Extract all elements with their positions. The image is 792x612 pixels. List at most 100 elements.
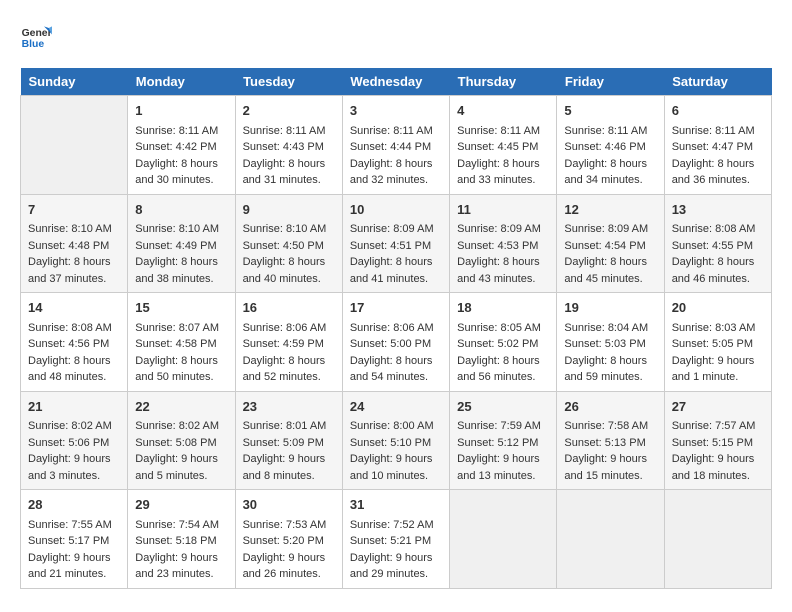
day-info-line: Sunset: 5:05 PM (672, 336, 764, 353)
day-info-line: Sunset: 4:53 PM (457, 238, 549, 255)
logo-icon: General Blue (20, 20, 52, 52)
calendar-cell: 15Sunrise: 8:07 AMSunset: 4:58 PMDayligh… (128, 293, 235, 392)
day-info-line: Sunrise: 8:05 AM (457, 320, 549, 337)
day-number: 4 (457, 101, 549, 121)
day-info-line: Daylight: 8 hours (350, 156, 442, 173)
day-info-line: Daylight: 8 hours (672, 156, 764, 173)
day-info-line: and 3 minutes. (28, 468, 120, 485)
day-info-line: Daylight: 8 hours (135, 254, 227, 271)
col-header-sunday: Sunday (21, 68, 128, 96)
calendar-cell: 31Sunrise: 7:52 AMSunset: 5:21 PMDayligh… (342, 490, 449, 589)
calendar-cell: 16Sunrise: 8:06 AMSunset: 4:59 PMDayligh… (235, 293, 342, 392)
day-info-line: Sunset: 4:48 PM (28, 238, 120, 255)
day-number: 24 (350, 397, 442, 417)
day-info-line: Daylight: 9 hours (350, 451, 442, 468)
day-info-line: Sunset: 5:18 PM (135, 533, 227, 550)
day-info-line: Daylight: 9 hours (243, 550, 335, 567)
day-info-line: and 21 minutes. (28, 566, 120, 583)
calendar-cell: 12Sunrise: 8:09 AMSunset: 4:54 PMDayligh… (557, 194, 664, 293)
calendar-cell: 26Sunrise: 7:58 AMSunset: 5:13 PMDayligh… (557, 391, 664, 490)
calendar-cell: 29Sunrise: 7:54 AMSunset: 5:18 PMDayligh… (128, 490, 235, 589)
day-info-line: Sunset: 4:51 PM (350, 238, 442, 255)
day-info-line: Sunset: 5:21 PM (350, 533, 442, 550)
day-info-line: Sunset: 4:56 PM (28, 336, 120, 353)
day-info-line: Sunrise: 7:53 AM (243, 517, 335, 534)
calendar-cell: 24Sunrise: 8:00 AMSunset: 5:10 PMDayligh… (342, 391, 449, 490)
day-info-line: Daylight: 9 hours (135, 550, 227, 567)
day-number: 11 (457, 200, 549, 220)
day-info-line: Daylight: 9 hours (135, 451, 227, 468)
col-header-tuesday: Tuesday (235, 68, 342, 96)
day-info-line: and 5 minutes. (135, 468, 227, 485)
day-info-line: Sunrise: 7:54 AM (135, 517, 227, 534)
day-info-line: and 37 minutes. (28, 271, 120, 288)
day-info-line: Daylight: 9 hours (457, 451, 549, 468)
day-number: 3 (350, 101, 442, 121)
day-info-line: Sunset: 5:15 PM (672, 435, 764, 452)
day-info-line: Sunrise: 8:10 AM (243, 221, 335, 238)
day-info-line: Daylight: 9 hours (28, 550, 120, 567)
day-info-line: Sunrise: 8:06 AM (243, 320, 335, 337)
day-info-line: and 32 minutes. (350, 172, 442, 189)
day-info-line: Sunrise: 8:06 AM (350, 320, 442, 337)
day-info-line: Sunset: 5:17 PM (28, 533, 120, 550)
day-info-line: Daylight: 8 hours (243, 254, 335, 271)
day-info-line: Daylight: 9 hours (564, 451, 656, 468)
day-number: 19 (564, 298, 656, 318)
day-info-line: Sunset: 4:44 PM (350, 139, 442, 156)
day-info-line: Daylight: 9 hours (28, 451, 120, 468)
calendar-cell (557, 490, 664, 589)
calendar-cell: 30Sunrise: 7:53 AMSunset: 5:20 PMDayligh… (235, 490, 342, 589)
day-info-line: Sunset: 5:08 PM (135, 435, 227, 452)
day-number: 13 (672, 200, 764, 220)
day-info-line: Daylight: 8 hours (457, 156, 549, 173)
day-info-line: Sunrise: 8:01 AM (243, 418, 335, 435)
day-info-line: and 8 minutes. (243, 468, 335, 485)
day-info-line: Sunrise: 8:09 AM (457, 221, 549, 238)
day-info-line: Sunrise: 7:57 AM (672, 418, 764, 435)
day-info-line: Sunrise: 7:52 AM (350, 517, 442, 534)
calendar-cell: 2Sunrise: 8:11 AMSunset: 4:43 PMDaylight… (235, 96, 342, 195)
calendar-cell: 28 Sunrise: 7:55 AMSunset: 5:17 PMDayligh… (21, 490, 128, 589)
calendar-cell: 27Sunrise: 7:57 AMSunset: 5:15 PMDayligh… (664, 391, 771, 490)
day-info-line: Sunset: 4:58 PM (135, 336, 227, 353)
calendar-cell: 18Sunrise: 8:05 AMSunset: 5:02 PMDayligh… (450, 293, 557, 392)
day-info-line: Daylight: 9 hours (672, 451, 764, 468)
day-info-line: Sunrise: 7:58 AM (564, 418, 656, 435)
day-info-line: Daylight: 8 hours (672, 254, 764, 271)
day-info-line: and 10 minutes. (350, 468, 442, 485)
day-info-line: Sunset: 5:10 PM (350, 435, 442, 452)
day-info-line: Sunrise: 8:11 AM (457, 123, 549, 140)
day-number: 14 (28, 298, 120, 318)
day-info-line: Sunrise: 8:07 AM (135, 320, 227, 337)
day-info-line: Daylight: 8 hours (243, 156, 335, 173)
svg-text:Blue: Blue (22, 39, 45, 50)
day-info-line: Sunrise: 7:55 AM (28, 517, 120, 534)
calendar-cell: 7Sunrise: 8:10 AMSunset: 4:48 PMDaylight… (21, 194, 128, 293)
day-info-line: Sunset: 4:54 PM (564, 238, 656, 255)
day-info-line: and 40 minutes. (243, 271, 335, 288)
calendar-cell (21, 96, 128, 195)
day-info-line: Sunset: 4:50 PM (243, 238, 335, 255)
day-number: 30 (243, 495, 335, 515)
day-info-line: Sunset: 4:46 PM (564, 139, 656, 156)
day-number: 1 (135, 101, 227, 121)
day-info-line: Sunrise: 8:10 AM (135, 221, 227, 238)
calendar-cell: 25Sunrise: 7:59 AMSunset: 5:12 PMDayligh… (450, 391, 557, 490)
day-info-line: and 45 minutes. (564, 271, 656, 288)
logo: General Blue (20, 20, 56, 52)
day-info-line: and 34 minutes. (564, 172, 656, 189)
day-info-line: and 38 minutes. (135, 271, 227, 288)
day-number: 25 (457, 397, 549, 417)
day-info-line: Daylight: 8 hours (28, 353, 120, 370)
day-number: 2 (243, 101, 335, 121)
day-number: 6 (672, 101, 764, 121)
day-number: 28 (28, 495, 120, 515)
day-number: 9 (243, 200, 335, 220)
day-info-line: Sunrise: 8:08 AM (28, 320, 120, 337)
calendar-cell: 9Sunrise: 8:10 AMSunset: 4:50 PMDaylight… (235, 194, 342, 293)
day-number: 17 (350, 298, 442, 318)
day-info-line: Sunset: 4:47 PM (672, 139, 764, 156)
day-info-line: Sunrise: 8:02 AM (135, 418, 227, 435)
day-info-line: Daylight: 8 hours (350, 254, 442, 271)
